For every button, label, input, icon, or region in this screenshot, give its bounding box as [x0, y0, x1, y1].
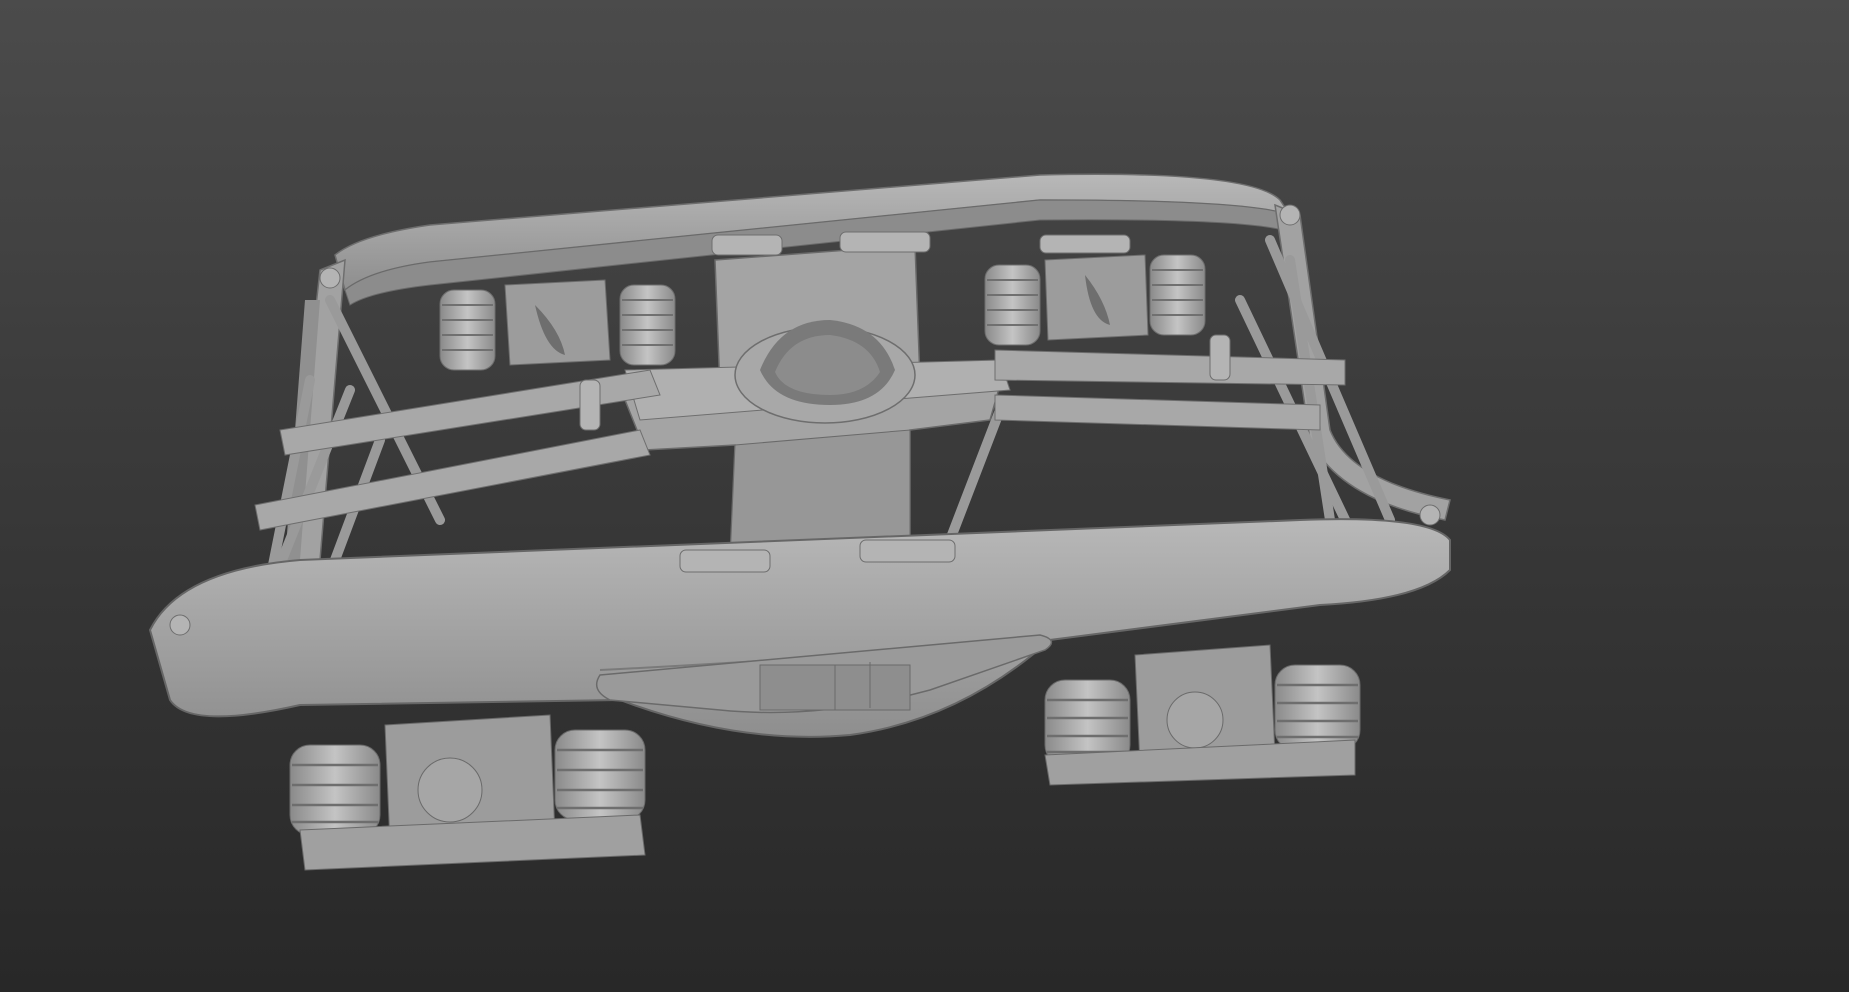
bolster — [623, 244, 1011, 561]
rear-left-springs — [439, 279, 676, 371]
bogie-model-render[interactable] — [0, 0, 1849, 992]
3d-viewport[interactable] — [0, 0, 1849, 992]
front-left-spring-group — [289, 714, 646, 871]
rear-right-springs — [984, 254, 1206, 346]
front-right-spring-group — [1044, 644, 1361, 786]
